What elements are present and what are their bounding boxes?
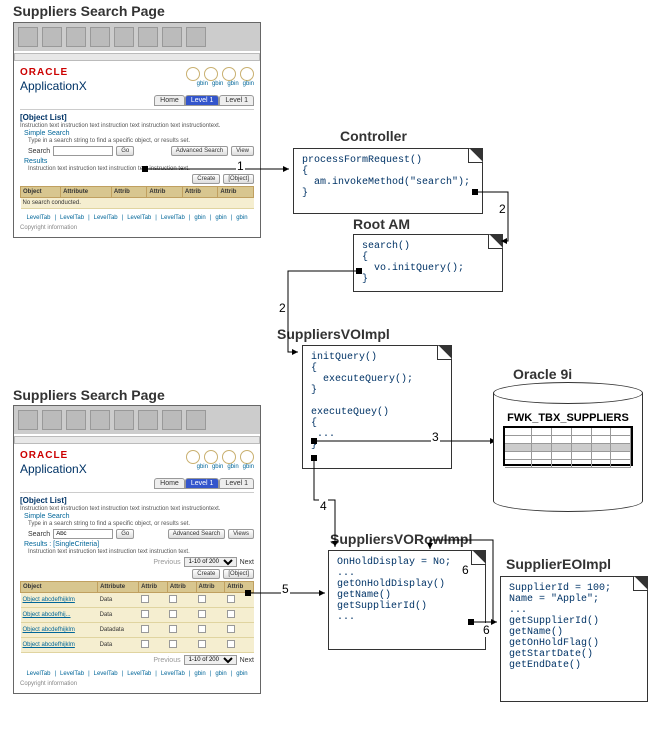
arrow-label-3: 3 [431,430,440,444]
view-button[interactable]: View [231,146,254,156]
instruction-text: Instruction text instruction text instru… [20,123,254,129]
search-input-filled[interactable] [53,529,113,539]
anchor-2a [472,189,478,195]
anchor-6 [468,619,474,625]
code-eoimpl: SupplierId = 100; Name = "Apple"; ... ge… [500,576,648,702]
heading-controller: Controller [340,128,407,144]
table-row: Object abcdefhijklmDatadata [21,623,254,638]
create-button[interactable]: Create [192,174,220,184]
tab-level1-b[interactable]: Level 1 [219,95,254,106]
tab-home[interactable]: Home [154,95,185,106]
anchor-1 [142,166,148,172]
simple-search-label: Simple Search [24,130,254,137]
object-list-title: [Object List] [20,113,254,122]
app-name: ApplicationX [20,79,87,93]
anchor-2b [356,268,362,274]
anchor-3 [311,438,317,444]
heading-db: Oracle 9i [513,366,572,382]
heading-vorowimpl: SuppliersVORowImpl [330,531,472,547]
arrow-label-1: 1 [236,159,245,173]
db-table-name: FWK_TBX_SUPPLIERS [503,412,633,424]
results-table: ObjectAttributeAttribAttribAttribAttrib … [20,186,254,209]
table-row: Object abcdefhijklmData [21,638,254,653]
object-button[interactable]: [Object] [223,174,254,184]
arrow-label-2a: 2 [498,202,507,216]
brand: ORACLE [20,67,87,78]
arrow-label-2b: 2 [278,301,287,315]
results-table-filled: ObjectAttributeAttribAttribAttribAttrib … [20,581,254,653]
search-input[interactable] [53,146,113,156]
results-label: Results [24,158,254,165]
arrow-label-5: 5 [281,582,290,596]
heading-thumb2: Suppliers Search Page [13,387,165,403]
search-label: Search [28,148,50,155]
code-rootam: search() { vo.initQuery(); } [353,234,503,292]
diagram-container: Suppliers Search Page Suppliers Search P… [0,0,657,730]
advanced-search-button[interactable]: Advanced Search [171,146,228,156]
heading-thumb1: Suppliers Search Page [13,3,165,19]
thumbnail-search-page-1: ORACLE ApplicationX gbingbingbingbin Hom… [13,22,261,238]
tab-level1-a[interactable]: Level 1 [185,95,220,106]
empty-message: No search conducted. [21,198,254,209]
anchor-4 [311,455,317,461]
heading-voimpl: SuppliersVOImpl [277,326,390,342]
pager-bottom[interactable]: 1-10 of 200 [184,655,237,665]
heading-rootam: Root AM [353,216,410,232]
db-table-grid [503,426,633,466]
arrow-label-6b: 6 [482,623,491,637]
table-row: Object abcdefhijklmData [21,593,254,608]
thumbnail-search-page-2: ORACLE ApplicationX gbingbingbingbin Hom… [13,405,261,694]
go-button[interactable]: Go [116,146,134,156]
arrow-label-4: 4 [319,499,328,513]
heading-eoimpl: SupplierEOImpl [506,556,611,572]
copyright: Copyright information [20,225,254,231]
code-controller: processFormRequest() { am.invokeMethod("… [293,148,483,214]
anchor-5 [245,590,251,596]
arrow-label-6a: 6 [461,563,470,577]
browser-chrome [14,23,260,51]
code-voimpl: initQuery() { executeQuery(); } executeQ… [302,345,452,469]
database-cylinder: FWK_TBX_SUPPLIERS [493,382,643,512]
address-bar [14,53,260,61]
pager-top[interactable]: 1-10 of 200 [184,557,237,567]
table-row: Object abcdefhij...Data [21,608,254,623]
